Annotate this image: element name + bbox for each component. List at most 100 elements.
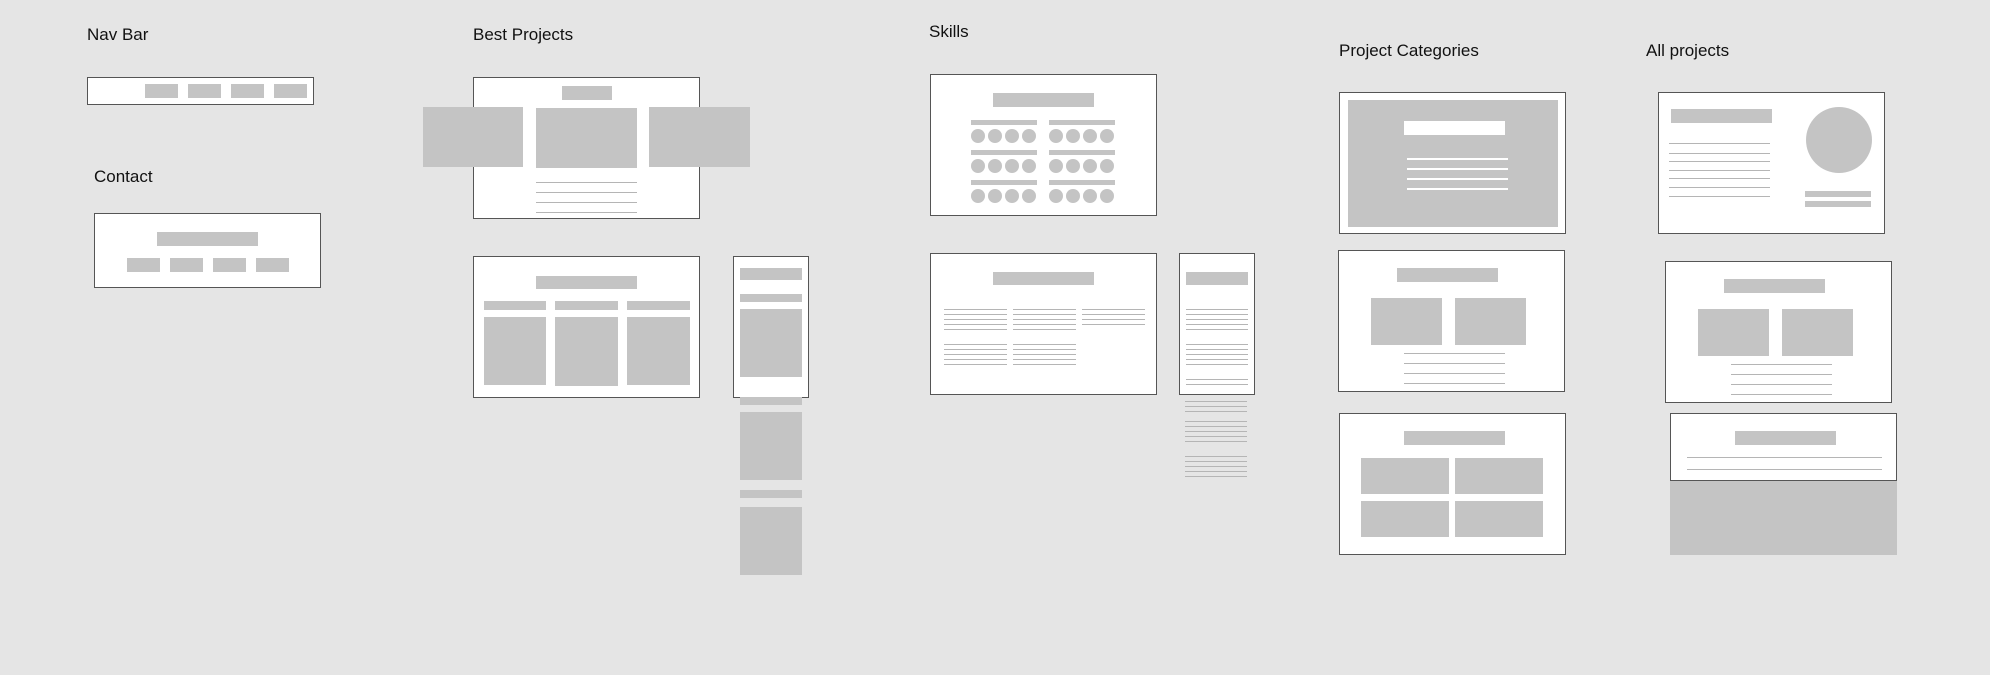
text-line [1407, 188, 1508, 190]
skill-icon-placeholder [1005, 129, 1019, 143]
skill-group-title-placeholder [1049, 150, 1115, 155]
text-line [944, 364, 1007, 365]
text-line [1013, 354, 1076, 355]
caption-placeholder [1805, 201, 1871, 207]
section-title-best-projects: Best Projects [473, 25, 574, 44]
wireframe-categories-two-up [1338, 250, 1565, 392]
wireframe-all-projects-two-up [1665, 261, 1892, 403]
project-image-placeholder [627, 317, 690, 385]
text-line [1731, 374, 1832, 375]
text-line [536, 192, 637, 193]
text-line [1185, 401, 1247, 402]
text-line [1731, 394, 1832, 395]
text-line [944, 344, 1007, 345]
text-line [1407, 168, 1508, 170]
hero-image-placeholder [1348, 100, 1558, 227]
text-line [1669, 170, 1770, 171]
contact-link-placeholder [256, 258, 289, 272]
category-image-placeholder [1455, 458, 1543, 494]
section-title-skills: Skills [929, 22, 969, 41]
wireframe-skills-list [930, 253, 1157, 395]
banner-image-placeholder [1670, 481, 1897, 555]
skill-icon-placeholder [988, 189, 1002, 203]
skill-icon-placeholder [971, 189, 985, 203]
skill-icon-placeholder [971, 159, 985, 173]
project-title-placeholder [627, 301, 690, 310]
project-image-placeholder [1698, 309, 1769, 356]
skill-group-title-placeholder [971, 120, 1037, 125]
text-line [944, 314, 1007, 315]
text-line [1407, 178, 1508, 180]
text-line [1013, 319, 1076, 320]
project-card-placeholder-left [423, 107, 523, 167]
text-line [1185, 466, 1247, 467]
project-image-placeholder [740, 309, 802, 377]
heading-placeholder [740, 268, 802, 280]
wireframe-best-projects-mobile [733, 256, 809, 398]
text-line [1185, 461, 1247, 462]
skill-icon-placeholder [988, 129, 1002, 143]
text-line [1186, 379, 1248, 380]
text-line [944, 319, 1007, 320]
heading-placeholder [993, 272, 1094, 285]
nav-item-placeholder [274, 84, 307, 98]
heading-placeholder [1724, 279, 1825, 293]
project-title-placeholder [740, 294, 802, 302]
skill-icon-placeholder [1022, 129, 1036, 143]
text-line [1082, 309, 1145, 310]
text-line [1404, 383, 1505, 384]
text-line [1185, 421, 1247, 422]
text-line [1669, 196, 1770, 197]
skill-icon-placeholder [1005, 159, 1019, 173]
contact-link-placeholder [170, 258, 203, 272]
caption-placeholder [1805, 191, 1871, 197]
skill-icon-placeholder [1049, 189, 1063, 203]
text-line [1013, 349, 1076, 350]
project-title-placeholder [555, 301, 618, 310]
text-line [1082, 324, 1145, 325]
heading-placeholder [1397, 268, 1498, 282]
text-line [1185, 411, 1247, 412]
text-line [536, 212, 637, 213]
skill-group-title-placeholder [971, 150, 1037, 155]
text-line [1013, 314, 1076, 315]
text-line [1185, 471, 1247, 472]
text-line [1013, 344, 1076, 345]
text-line [536, 202, 637, 203]
project-image-placeholder [555, 317, 618, 386]
text-line [1669, 187, 1770, 188]
text-line [1186, 354, 1248, 355]
project-image-placeholder [1782, 309, 1853, 356]
skill-icon-placeholder [1083, 129, 1097, 143]
text-line [1186, 309, 1248, 310]
skill-group-title-placeholder [971, 180, 1037, 185]
skill-icon-placeholder [1066, 129, 1080, 143]
skill-icon-placeholder [971, 129, 985, 143]
text-line [944, 329, 1007, 330]
text-line [944, 349, 1007, 350]
skill-icon-placeholder [1049, 159, 1063, 173]
text-line [1186, 324, 1248, 325]
text-line [1185, 441, 1247, 442]
text-line [1185, 456, 1247, 457]
category-image-placeholder [1361, 458, 1449, 494]
text-line [1407, 158, 1508, 160]
text-line [1404, 373, 1505, 374]
project-title-placeholder [740, 490, 802, 498]
skill-icon-placeholder [1005, 189, 1019, 203]
heading-placeholder [562, 86, 612, 100]
text-line [944, 359, 1007, 360]
category-image-placeholder [1455, 501, 1543, 537]
text-line [1669, 161, 1770, 162]
skill-icon-placeholder [1083, 159, 1097, 173]
project-image-placeholder [740, 412, 802, 480]
heading-placeholder [1404, 431, 1505, 445]
skill-icon-placeholder [1022, 189, 1036, 203]
text-line [1013, 364, 1076, 365]
text-line [1185, 436, 1247, 437]
text-line [1013, 359, 1076, 360]
text-line [1185, 476, 1247, 477]
text-line [1404, 353, 1505, 354]
project-card-placeholder [536, 108, 637, 168]
skill-icon-placeholder [988, 159, 1002, 173]
